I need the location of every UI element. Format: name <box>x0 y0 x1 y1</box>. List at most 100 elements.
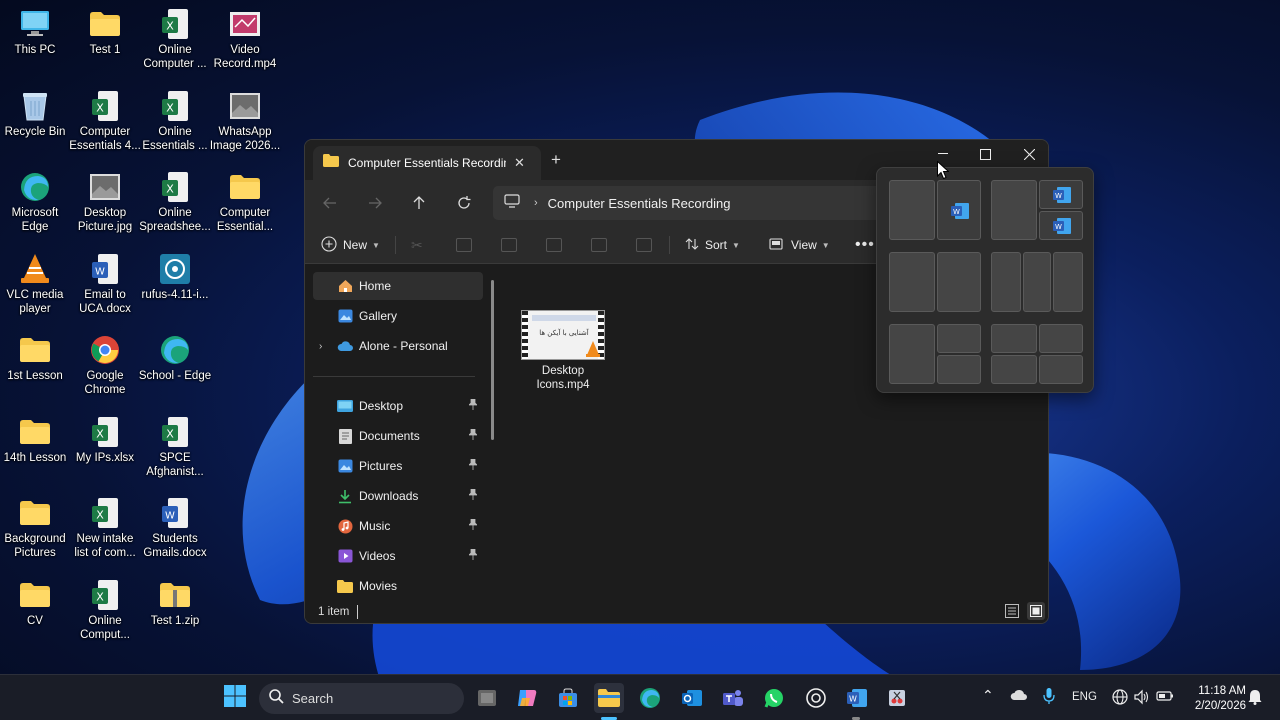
snap-zone[interactable] <box>889 252 935 312</box>
edge-taskbar-icon[interactable] <box>635 683 665 713</box>
cut-icon[interactable]: ✂ <box>411 234 423 256</box>
desktop-icon[interactable]: Test 1 <box>70 8 140 57</box>
word-taskbar-icon[interactable]: W <box>842 683 872 720</box>
close-button[interactable] <box>1007 140 1048 168</box>
maximize-button[interactable] <box>963 140 1007 168</box>
snap-zone[interactable]: W <box>1039 180 1083 209</box>
desktop-icon[interactable]: CV <box>0 579 70 628</box>
pin-icon[interactable] <box>468 518 478 533</box>
chevron-up-icon[interactable]: ⌃ <box>982 687 994 704</box>
desktop-icon[interactable]: Desktop Picture.jpg <box>70 171 140 234</box>
nav-item-onedrive[interactable]: › Alone - Personal <box>313 332 483 360</box>
pin-icon[interactable] <box>468 428 478 443</box>
outlook-icon[interactable] <box>677 683 707 713</box>
onedrive-icon[interactable] <box>1010 689 1028 704</box>
nav-item-movies[interactable]: Movies <box>313 572 483 600</box>
expand-chevron-icon[interactable]: › <box>319 341 322 352</box>
nav-scrollbar[interactable] <box>491 280 494 440</box>
nav-item-documents[interactable]: Documents <box>313 422 483 450</box>
desktop-icon[interactable]: Microsoft Edge <box>0 171 70 234</box>
pin-icon[interactable] <box>468 398 478 413</box>
snap-zone[interactable]: W <box>937 180 981 240</box>
desktop-icon[interactable]: X SPCE Afghanist... <box>140 416 210 479</box>
copilot-icon[interactable] <box>512 683 542 713</box>
start-button[interactable] <box>220 683 250 713</box>
snap-zone[interactable] <box>1023 252 1051 312</box>
snap-zone[interactable] <box>1039 324 1083 353</box>
nav-item-home[interactable]: Home <box>313 272 483 300</box>
snap-zone[interactable] <box>937 252 981 312</box>
desktop-icon[interactable]: W Students Gmails.docx <box>140 497 210 560</box>
desktop-icon[interactable]: Video Record.mp4 <box>210 8 280 71</box>
desktop-icon[interactable]: W Email to UCA.docx <box>70 253 140 316</box>
details-view-icon[interactable] <box>1005 604 1019 623</box>
notifications-icon[interactable] <box>1248 689 1262 708</box>
desktop-icon[interactable]: X New intake list of com... <box>70 497 140 560</box>
snap-zone[interactable] <box>937 324 981 353</box>
desktop-icon[interactable]: Computer Essential... <box>210 171 280 234</box>
desktop-icon[interactable]: X Online Essentials ... <box>140 90 210 153</box>
task-view-icon[interactable] <box>472 683 502 713</box>
chatgpt-icon[interactable] <box>801 683 831 713</box>
desktop-icon[interactable]: Background Pictures <box>0 497 70 560</box>
desktop-icon[interactable]: X My IPs.xlsx <box>70 416 140 465</box>
large-icons-view-icon[interactable] <box>1027 602 1045 620</box>
snap-zone[interactable]: W <box>1039 211 1083 240</box>
desktop-icon[interactable]: Recycle Bin <box>0 90 70 139</box>
pin-icon[interactable] <box>468 458 478 473</box>
nav-item-videos[interactable]: Videos <box>313 542 483 570</box>
desktop-icon[interactable]: WhatsApp Image 2026... <box>210 90 280 153</box>
snipping-tool-icon[interactable] <box>882 683 912 713</box>
microsoft-store-icon[interactable] <box>553 683 583 713</box>
microphone-icon[interactable] <box>1043 687 1055 708</box>
snap-zone[interactable] <box>1039 355 1083 384</box>
share-icon[interactable] <box>591 238 607 252</box>
file-item[interactable]: آشنایی با آیکن ها Desktop Icons.mp4 <box>519 310 607 392</box>
snap-zone[interactable] <box>991 180 1037 240</box>
desktop-icon[interactable]: 14th Lesson <box>0 416 70 465</box>
close-tab-icon[interactable]: ✕ <box>514 155 525 171</box>
battery-icon[interactable] <box>1156 689 1174 706</box>
desktop-icon[interactable]: X Computer Essentials 4... <box>69 90 141 153</box>
teams-icon[interactable] <box>718 683 748 713</box>
nav-item-desktop[interactable]: Desktop <box>313 392 483 420</box>
snap-zone[interactable] <box>991 252 1021 312</box>
more-options-icon[interactable]: ••• <box>855 234 875 256</box>
sort-button[interactable]: Sort ▼ <box>685 234 740 256</box>
snap-zone[interactable] <box>991 324 1037 353</box>
desktop-icon[interactable]: rufus-4.11-i... <box>140 253 210 302</box>
nav-item-downloads[interactable]: Downloads <box>313 482 483 510</box>
snap-zone[interactable] <box>889 324 935 384</box>
new-tab-button[interactable]: + <box>551 150 561 170</box>
desktop-icon[interactable]: VLC media player <box>0 253 70 316</box>
whatsapp-icon[interactable] <box>759 683 789 713</box>
desktop-icon[interactable]: This PC <box>0 8 70 57</box>
snap-zone[interactable] <box>1053 252 1083 312</box>
clock[interactable]: 11:18 AM 2/20/2026 <box>1182 684 1246 714</box>
pin-icon[interactable] <box>468 548 478 563</box>
delete-icon[interactable] <box>636 238 652 252</box>
paste-icon[interactable] <box>501 238 517 252</box>
nav-item-gallery[interactable]: Gallery <box>313 302 483 330</box>
snap-zone[interactable] <box>889 180 935 240</box>
desktop-icon[interactable]: X Online Comput... <box>70 579 140 642</box>
snap-zone[interactable] <box>937 355 981 384</box>
view-button[interactable]: View ▼ <box>769 234 830 256</box>
language-indicator[interactable]: ENG <box>1072 691 1097 703</box>
globe-icon[interactable] <box>1112 689 1128 708</box>
up-button[interactable] <box>406 191 432 215</box>
file-explorer-taskbar-icon[interactable] <box>594 683 624 720</box>
breadcrumb[interactable]: Computer Essentials Recording <box>548 196 731 211</box>
desktop-icon[interactable]: 1st Lesson <box>0 334 70 383</box>
rename-icon[interactable] <box>546 238 562 252</box>
back-button[interactable] <box>317 191 343 215</box>
search-box[interactable]: Search <box>259 683 464 714</box>
nav-item-music[interactable]: Music <box>313 512 483 540</box>
new-button[interactable]: New ▼ <box>321 234 380 256</box>
tab-computer-essentials[interactable]: Computer Essentials Recordin ✕ <box>313 146 541 180</box>
volume-icon[interactable] <box>1134 689 1150 708</box>
desktop-icon[interactable]: School - Edge <box>139 334 211 383</box>
refresh-button[interactable] <box>451 191 477 215</box>
desktop-icon[interactable]: X Online Computer ... <box>140 8 210 71</box>
forward-button[interactable] <box>362 191 388 215</box>
